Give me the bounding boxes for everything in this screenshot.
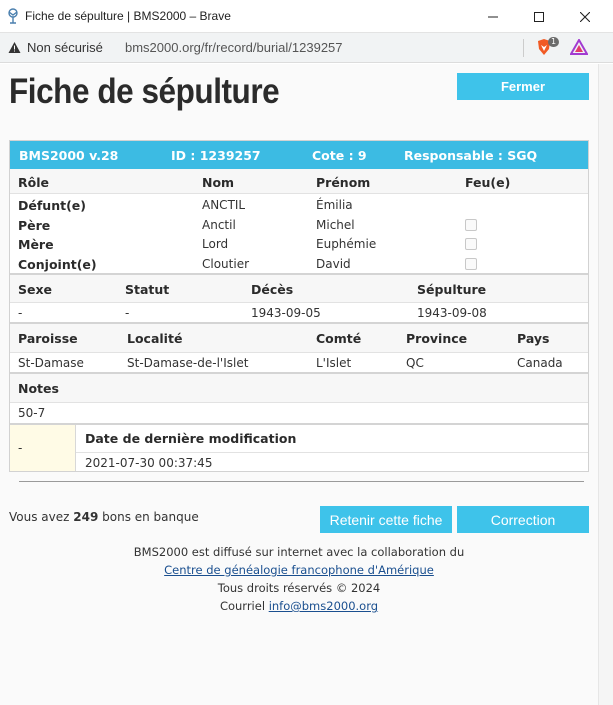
partner-link[interactable]: Centre de généalogie francophone d'Améri… [164,563,434,577]
bank-prefix: Vous avez [9,510,74,524]
comte-value: L'Islet [316,356,352,370]
footer-rights: Tous droits réservés © 2024 [217,581,381,595]
column-header-deces: Décès [251,282,294,297]
notes-header-row: Notes [10,372,588,402]
record-id: ID : 1239257 [171,148,261,163]
column-header-statut: Statut [125,282,170,297]
page-content: Fiche de sépulture Fermer BMS2000 v.28 I… [0,64,598,705]
column-header-localite: Localité [127,331,183,346]
column-header-sepulture: Sépulture [417,282,487,297]
bank-count: 249 [73,510,99,524]
keep-record-button[interactable]: Retenir cette fiche [320,506,452,533]
sepulture-value: 1943-09-08 [417,306,487,320]
modification-divider [76,452,588,453]
record-header: BMS2000 v.28 ID : 1239257 Cote : 9 Respo… [10,141,588,169]
window-title: Fiche de sépulture | BMS2000 – Brave [25,9,231,23]
persons-header-row: Rôle Nom Prénom Feu(e) [10,169,588,193]
table-row: Conjoint(e) Cloutier David [10,254,588,274]
prenom-value: David [316,256,351,271]
prenom-value: Michel [316,217,355,232]
nom-value: Cloutier [202,256,250,271]
modification-label: Date de dernière modification [85,431,297,446]
prenom-value: Émilia [316,198,353,212]
column-header-role: Rôle [18,175,49,190]
prenom-value: Euphémie [316,237,377,251]
column-header-pays: Pays [517,331,550,346]
feu-checkbox[interactable] [465,257,477,270]
modification-side-cell: - [10,425,76,471]
feu-checkbox[interactable] [465,238,477,250]
role-label: Mère [18,237,54,252]
nom-value: ANCTIL [202,198,246,212]
column-header-feu: Feu(e) [465,175,511,190]
bank-balance: Vous avez 249 bons en banque [9,510,199,524]
statut-value: - [125,306,130,320]
tree-icon [8,8,18,24]
footer-collaboration: BMS2000 est diffusé sur internet avec la… [133,545,465,559]
nom-value: Lord [202,237,229,251]
persons-table: Défunt(e) ANCTIL Émilia Père Anctil Mich… [10,193,588,273]
record-card: BMS2000 v.28 ID : 1239257 Cote : 9 Respo… [9,140,589,472]
record-responsable: Responsable : SGQ [404,148,538,163]
bank-suffix: bons en banque [98,510,199,524]
maximize-button[interactable] [516,0,562,33]
column-header-nom: Nom [202,175,235,190]
column-header-prenom: Prénom [316,175,371,190]
column-header-sexe: Sexe [18,282,53,297]
role-label: Défunt(e) [18,198,86,213]
sexe-value: - [18,306,23,320]
pays-value: Canada [517,356,563,370]
deces-value: 1943-09-05 [251,306,321,320]
warning-icon[interactable] [8,41,21,54]
shield-count-badge: 1 [548,37,560,47]
close-button[interactable]: Fermer [457,73,589,100]
security-label[interactable]: Non sécurisé [27,40,103,55]
minimize-button[interactable] [470,0,516,33]
close-icon [580,11,590,22]
role-label: Conjoint(e) [18,256,97,272]
notes-label: Notes [18,381,59,396]
window-titlebar: Fiche de sépulture | BMS2000 – Brave [0,0,613,33]
details-row: - - 1943-09-05 1943-09-08 [10,302,588,322]
email-prefix: Courriel [219,599,269,613]
column-header-province: Province [406,331,468,346]
notes-row: 50-7 [10,402,588,423]
role-label: Père [18,217,51,233]
feu-checkbox[interactable] [465,218,477,231]
paroisse-value: St-Damase [18,356,84,370]
rewards-icon[interactable] [570,39,588,55]
section-divider [19,481,584,482]
modification-date: 2021-07-30 00:37:45 [85,456,213,470]
province-value: QC [406,356,424,370]
table-row: Mère Lord Euphémie [10,234,588,254]
record-cote: Cote : 9 [312,148,367,163]
maximize-icon [534,11,544,22]
footer: BMS2000 est diffusé sur internet avec la… [0,543,598,615]
email-link[interactable]: info@bms2000.org [269,599,378,613]
correction-button[interactable]: Correction [457,506,589,533]
table-row: Défunt(e) ANCTIL Émilia [10,195,588,215]
address-bar: Non sécurisé bms2000.org/fr/record/buria… [0,33,613,63]
notes-value: 50-7 [18,406,46,420]
close-window-button[interactable] [562,0,608,33]
modification-section: - Date de dernière modification 2021-07-… [10,423,588,471]
place-header-row: Paroisse Localité Comté Province Pays [10,322,588,352]
column-header-comte: Comté [316,331,362,346]
scrollbar[interactable] [598,64,613,705]
page-title: Fiche de sépulture [9,72,280,111]
details-header-row: Sexe Statut Décès Sépulture [10,273,588,302]
url-field[interactable]: bms2000.org/fr/record/burial/1239257 [125,40,343,55]
place-row: St-Damase St-Damase-de-l'Islet L'Islet Q… [10,352,588,372]
modification-side-value: - [18,441,23,455]
record-version: BMS2000 v.28 [19,148,119,163]
nom-value: Anctil [202,217,236,232]
table-row: Père Anctil Michel [10,215,588,235]
column-header-paroisse: Paroisse [18,331,78,346]
minimize-icon [488,16,498,17]
toolbar-divider [523,39,524,57]
localite-value: St-Damase-de-l'Islet [127,356,249,370]
